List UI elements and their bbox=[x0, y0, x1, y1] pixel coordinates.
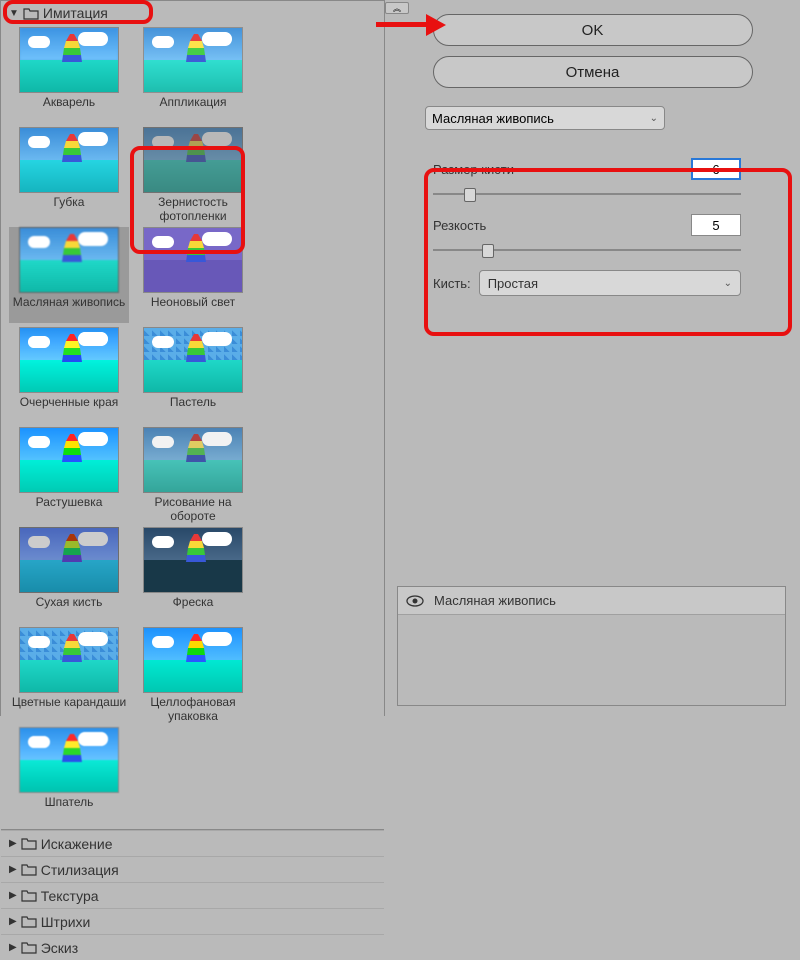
slider-track bbox=[433, 193, 741, 195]
thumbnail-image bbox=[19, 127, 119, 193]
thumbnail-label: Очерченные края bbox=[9, 395, 129, 423]
thumbnail-image bbox=[143, 227, 243, 293]
sharpness-slider[interactable] bbox=[433, 240, 741, 260]
folder-label: Искажение bbox=[41, 836, 113, 852]
filter-thumbnail[interactable]: Губка bbox=[9, 127, 129, 223]
thumbnail-label: Неоновый свет bbox=[133, 295, 253, 323]
folder-row[interactable]: Эскиз bbox=[1, 934, 384, 960]
effect-layer-name: Масляная живопись bbox=[434, 593, 556, 608]
folder-icon bbox=[23, 7, 39, 20]
chevron-down-icon: ⌄ bbox=[650, 113, 658, 124]
slider-thumb[interactable] bbox=[464, 188, 476, 202]
brush-size-input[interactable] bbox=[691, 158, 741, 180]
filter-thumbnail[interactable]: Зернистость фотопленки bbox=[133, 127, 253, 223]
filter-thumbnail[interactable]: Рисование на обороте bbox=[133, 427, 253, 523]
thumbnail-image bbox=[143, 127, 243, 193]
thumbnail-label: Целлофановая упаковка bbox=[133, 695, 253, 723]
settings-panel: ︽ OK Отмена Масляная живопись ⌄ Размер к… bbox=[385, 0, 800, 716]
chevron-down-icon: ⌄ bbox=[724, 278, 732, 289]
filter-thumbnail[interactable]: Шпатель bbox=[9, 727, 129, 823]
folder-row[interactable]: Искажение bbox=[1, 830, 384, 856]
filter-thumbnail[interactable]: Сухая кисть bbox=[9, 527, 129, 623]
folder-row[interactable]: Текстура bbox=[1, 882, 384, 908]
thumbnail-image bbox=[143, 327, 243, 393]
folder-label: Текстура bbox=[41, 888, 99, 904]
brush-type-label: Кисть: bbox=[433, 276, 471, 291]
filter-dropdown-label: Масляная живопись bbox=[432, 111, 554, 126]
effect-layers-box: Масляная живопись bbox=[397, 586, 786, 706]
thumbnail-label: Растушевка bbox=[9, 495, 129, 523]
thumbnail-image bbox=[143, 427, 243, 493]
ok-button[interactable]: OK bbox=[433, 14, 753, 46]
thumbnail-label: Зернистость фотопленки bbox=[133, 195, 253, 223]
thumbnail-label: Фреска bbox=[133, 595, 253, 623]
sharpness-input[interactable] bbox=[691, 214, 741, 236]
collapse-button[interactable]: ︽ bbox=[385, 2, 409, 14]
thumbnail-image bbox=[143, 627, 243, 693]
parameters-box: Размер кисти Резкость Кисть: Простая ⌄ bbox=[417, 140, 757, 314]
folder-list: Искажение Стилизация Текстура Штрихи Эскиз bbox=[1, 829, 384, 960]
folder-icon bbox=[21, 915, 37, 928]
filter-thumbnail[interactable]: Аппликация bbox=[133, 27, 253, 123]
thumbnail-label: Шпатель bbox=[9, 795, 129, 823]
thumbnail-image bbox=[143, 527, 243, 593]
folder-label: Стилизация bbox=[41, 862, 119, 878]
folder-row[interactable]: Стилизация bbox=[1, 856, 384, 882]
folder-header-imitation[interactable]: Имитация bbox=[1, 1, 384, 25]
folder-icon bbox=[21, 941, 37, 954]
folder-row[interactable]: Штрихи bbox=[1, 908, 384, 934]
thumbnail-label: Сухая кисть bbox=[9, 595, 129, 623]
filter-thumbnail[interactable]: Масляная живопись bbox=[9, 227, 129, 323]
folder-label: Штрихи bbox=[41, 914, 91, 930]
thumbnail-image bbox=[19, 27, 119, 93]
thumbnail-label: Губка bbox=[9, 195, 129, 223]
filter-thumbnail[interactable]: Очерченные края bbox=[9, 327, 129, 423]
thumbnail-label: Масляная живопись bbox=[9, 295, 129, 323]
thumbnail-label: Рисование на обороте bbox=[133, 495, 253, 523]
thumbnail-grid: АкварельАппликация ГубкаЗернистость фотоп… bbox=[1, 25, 384, 829]
filter-thumbnail[interactable]: Фреска bbox=[133, 527, 253, 623]
thumbnail-image bbox=[19, 427, 119, 493]
folder-label: Имитация bbox=[43, 5, 108, 21]
thumbnail-label: Цветные карандаши bbox=[9, 695, 129, 723]
thumbnail-image bbox=[19, 727, 119, 793]
filter-gallery-panel: Имитация АкварельАппликация ГубкаЗернисто… bbox=[0, 0, 385, 716]
effect-layer-row[interactable]: Масляная живопись bbox=[398, 587, 785, 615]
filter-dropdown[interactable]: Масляная живопись ⌄ bbox=[425, 106, 665, 130]
folder-icon bbox=[21, 863, 37, 876]
brush-size-slider[interactable] bbox=[433, 184, 741, 204]
cancel-button[interactable]: Отмена bbox=[433, 56, 753, 88]
folder-label: Эскиз bbox=[41, 940, 78, 956]
filter-thumbnail[interactable]: Растушевка bbox=[9, 427, 129, 523]
filter-thumbnail[interactable]: Цветные карандаши bbox=[9, 627, 129, 723]
brush-type-value: Простая bbox=[488, 276, 538, 291]
thumbnail-image bbox=[143, 27, 243, 93]
thumbnail-label: Аппликация bbox=[133, 95, 253, 123]
brush-type-dropdown[interactable]: Простая ⌄ bbox=[479, 270, 741, 296]
filter-thumbnail[interactable]: Целлофановая упаковка bbox=[133, 627, 253, 723]
thumbnail-label: Акварель bbox=[9, 95, 129, 123]
thumbnail-image bbox=[19, 627, 119, 693]
folder-icon bbox=[21, 837, 37, 850]
collapse-icon: ︽ bbox=[393, 3, 401, 14]
filter-thumbnail[interactable]: Акварель bbox=[9, 27, 129, 123]
filter-thumbnail[interactable]: Неоновый свет bbox=[133, 227, 253, 323]
brush-size-label: Размер кисти bbox=[433, 162, 514, 177]
visibility-icon[interactable] bbox=[406, 594, 424, 608]
thumbnail-label: Пастель bbox=[133, 395, 253, 423]
thumbnail-image bbox=[19, 527, 119, 593]
filter-thumbnail[interactable]: Пастель bbox=[133, 327, 253, 423]
thumbnail-image bbox=[19, 227, 119, 293]
sharpness-label: Резкость bbox=[433, 218, 486, 233]
slider-track bbox=[433, 249, 741, 251]
thumbnail-image bbox=[19, 327, 119, 393]
slider-thumb[interactable] bbox=[482, 244, 494, 258]
folder-icon bbox=[21, 889, 37, 902]
